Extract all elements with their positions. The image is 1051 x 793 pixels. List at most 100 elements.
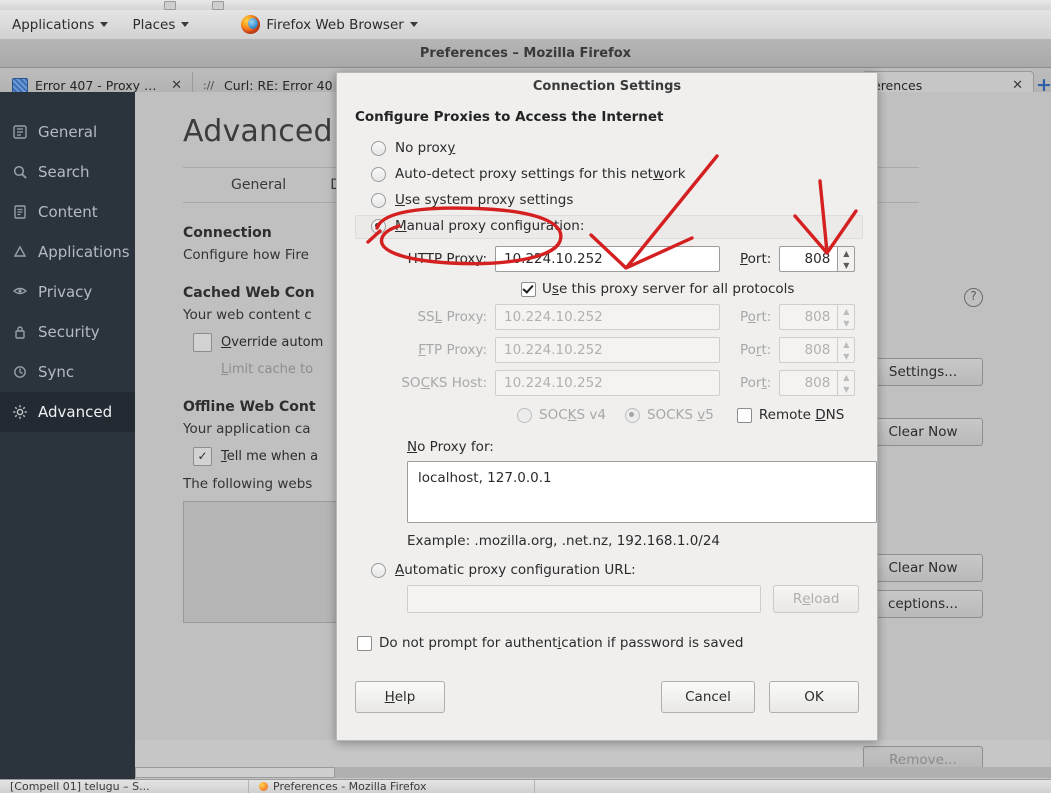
ok-button[interactable]: OK bbox=[769, 681, 859, 713]
ftp-proxy-label: FTP Proxy: bbox=[418, 342, 487, 358]
scrollbar-thumb[interactable] bbox=[135, 767, 335, 778]
button-label: Clear Now bbox=[888, 424, 958, 440]
magnifier-icon bbox=[13, 165, 27, 179]
sidebar-item-privacy[interactable]: Privacy bbox=[0, 272, 135, 312]
dialog-button-bar: Help Cancel OK bbox=[355, 681, 859, 713]
stepper-buttons: ▲ ▼ bbox=[837, 337, 856, 363]
connection-settings-dialog: Connection Settings Configure Proxies to… bbox=[336, 72, 878, 741]
sidebar-item-label: Advanced bbox=[38, 403, 113, 421]
tab-general[interactable]: General bbox=[231, 177, 286, 193]
sidebar-item-search[interactable]: Search bbox=[0, 152, 135, 192]
limit-cache-label: Limit cache to bbox=[221, 362, 314, 377]
http-proxy-label: HTTP Proxy: bbox=[407, 251, 487, 267]
close-icon[interactable]: ✕ bbox=[1012, 79, 1023, 92]
cancel-button[interactable]: Cancel bbox=[661, 681, 755, 713]
stepper-buttons: ▲ ▼ bbox=[837, 304, 856, 330]
menu-applications-label: Applications bbox=[12, 16, 95, 33]
gear-icon bbox=[13, 405, 27, 419]
http-proxy-input[interactable]: 10.224.10.252 bbox=[495, 246, 720, 272]
button-label: Clear Now bbox=[888, 560, 958, 576]
ssl-port-stepper: 808 ▲ ▼ bbox=[779, 304, 856, 330]
help-button[interactable]: Help bbox=[355, 681, 445, 713]
no-proxy-textarea[interactable]: localhost, 127.0.0.1 bbox=[407, 461, 877, 523]
apps-icon bbox=[13, 245, 27, 257]
override-cache-label: OOverride automverride autom bbox=[221, 335, 324, 350]
reload-button[interactable]: Re load bbox=[773, 585, 859, 613]
firefox-logo-icon bbox=[259, 782, 268, 791]
radio-use-system[interactable]: Use system proxy settings bbox=[355, 187, 859, 213]
sidebar-footer bbox=[0, 740, 135, 779]
taskbar-item-firefox[interactable]: Preferences - Mozilla Firefox bbox=[249, 780, 535, 793]
stepper-down-icon: ▼ bbox=[843, 351, 850, 361]
dialog-title: Connection Settings bbox=[532, 78, 682, 94]
radio-icon[interactable] bbox=[371, 166, 386, 182]
horizontal-scrollbar[interactable] bbox=[135, 767, 1051, 778]
stepper-up-icon: ▲ bbox=[843, 339, 850, 349]
http-port-input[interactable]: 808 bbox=[779, 246, 838, 272]
sidebar-item-content[interactable]: Content bbox=[0, 192, 135, 232]
checkbox-remote-dns-icon[interactable] bbox=[736, 407, 752, 423]
pac-url-input[interactable] bbox=[407, 585, 762, 613]
radio-manual-proxy[interactable]: Manual proxy configuration: bbox=[355, 213, 863, 239]
exceptions-button[interactable]: ceptions... bbox=[863, 590, 983, 618]
sidebar-item-sync[interactable]: Sync bbox=[0, 352, 135, 392]
radio-icon[interactable] bbox=[371, 192, 386, 208]
taskbar-item-1[interactable]: [Compell 01] telugu – S... bbox=[0, 780, 249, 793]
stepper-buttons[interactable]: ▲ ▼ bbox=[837, 246, 856, 272]
use-all-protocols-row[interactable]: Use this proxy server for all protocols bbox=[521, 281, 859, 297]
checkbox-checked-icon[interactable]: ✓ bbox=[193, 447, 212, 466]
firefox-titlebar: Preferences – Mozilla Firefox bbox=[0, 39, 1051, 68]
no-prompt-checkbox-row[interactable]: Do not prompt for authentication if pass… bbox=[357, 635, 859, 651]
socks-host-label: SOCKS Host: bbox=[401, 375, 487, 391]
menu-firefox-web-browser[interactable]: Firefox Web Browser bbox=[229, 10, 429, 39]
socks-version-row: SOCKS v4 SOCKS v5 Remote DNS bbox=[517, 407, 859, 423]
cache-clear-now-button[interactable]: Clear Now bbox=[863, 418, 983, 446]
http-port-stepper[interactable]: 808 ▲ ▼ bbox=[779, 246, 856, 272]
sidebar-item-applications[interactable]: Applications bbox=[0, 232, 135, 272]
radio-socks-v5-icon bbox=[624, 407, 640, 423]
ssl-port-input: 808 bbox=[779, 304, 838, 330]
menu-places[interactable]: Places bbox=[120, 10, 201, 39]
chevron-down-icon bbox=[409, 22, 418, 27]
radio-automatic-pac[interactable]: Automatic proxy configuration URL: bbox=[355, 562, 859, 578]
pac-label: Automatic proxy configuration URL: bbox=[395, 562, 636, 578]
connection-settings-button[interactable]: Settings... bbox=[863, 358, 983, 386]
stepper-down-icon[interactable]: ▼ bbox=[838, 259, 854, 271]
checkbox-unchecked-icon[interactable] bbox=[357, 635, 372, 651]
sliver-icon-2 bbox=[212, 1, 224, 10]
radio-label: Use system proxy settings bbox=[395, 192, 574, 208]
close-icon[interactable]: ✕ bbox=[171, 79, 182, 92]
sidebar-item-label: Privacy bbox=[38, 283, 93, 301]
ssl-port-label: Port: bbox=[740, 309, 772, 325]
sidebar-item-label: Security bbox=[38, 323, 100, 341]
checkbox-checked-icon[interactable] bbox=[521, 281, 536, 297]
sidebar-item-general[interactable]: General bbox=[0, 112, 135, 152]
checkbox-unchecked-icon[interactable] bbox=[193, 333, 212, 352]
gnome-top-panel: Applications Places Firefox Web Browser bbox=[0, 10, 1051, 40]
radio-icon[interactable] bbox=[371, 562, 386, 578]
tell-me-label: Tell me when a bbox=[221, 449, 319, 464]
offline-clear-now-button[interactable]: Clear Now bbox=[863, 554, 983, 582]
no-prompt-label: Do not prompt for authentication if pass… bbox=[379, 635, 744, 651]
remote-dns-label: Remote DNS bbox=[758, 407, 845, 423]
sidebar-item-security[interactable]: Security bbox=[0, 312, 135, 352]
no-proxy-example: Example: .mozilla.org, .net.nz, 192.168.… bbox=[407, 533, 721, 549]
sidebar-item-label: General bbox=[38, 123, 98, 141]
stepper-up-icon[interactable]: ▲ bbox=[838, 247, 854, 259]
button-label: Settings... bbox=[888, 364, 958, 380]
radio-no-proxy[interactable]: No proxy bbox=[355, 135, 859, 161]
menu-applications[interactable]: Applications bbox=[0, 10, 120, 39]
sidebar-item-advanced[interactable]: Advanced bbox=[0, 392, 135, 432]
document-icon bbox=[14, 205, 26, 219]
ftp-port-input: 808 bbox=[779, 337, 838, 363]
sidebar-item-label: Search bbox=[38, 163, 90, 181]
radio-icon[interactable] bbox=[371, 218, 386, 234]
radio-label: Auto-detect proxy settings for this netw… bbox=[395, 166, 686, 182]
stepper-up-icon: ▲ bbox=[843, 372, 850, 382]
use-all-protocols-label: Use this proxy server for all protocols bbox=[542, 281, 795, 297]
help-icon[interactable]: ? bbox=[964, 288, 983, 307]
radio-icon[interactable] bbox=[371, 140, 386, 156]
menu-places-label: Places bbox=[132, 16, 176, 33]
radio-auto-detect[interactable]: Auto-detect proxy settings for this netw… bbox=[355, 161, 859, 187]
pac-input-row: Re load bbox=[407, 585, 859, 613]
